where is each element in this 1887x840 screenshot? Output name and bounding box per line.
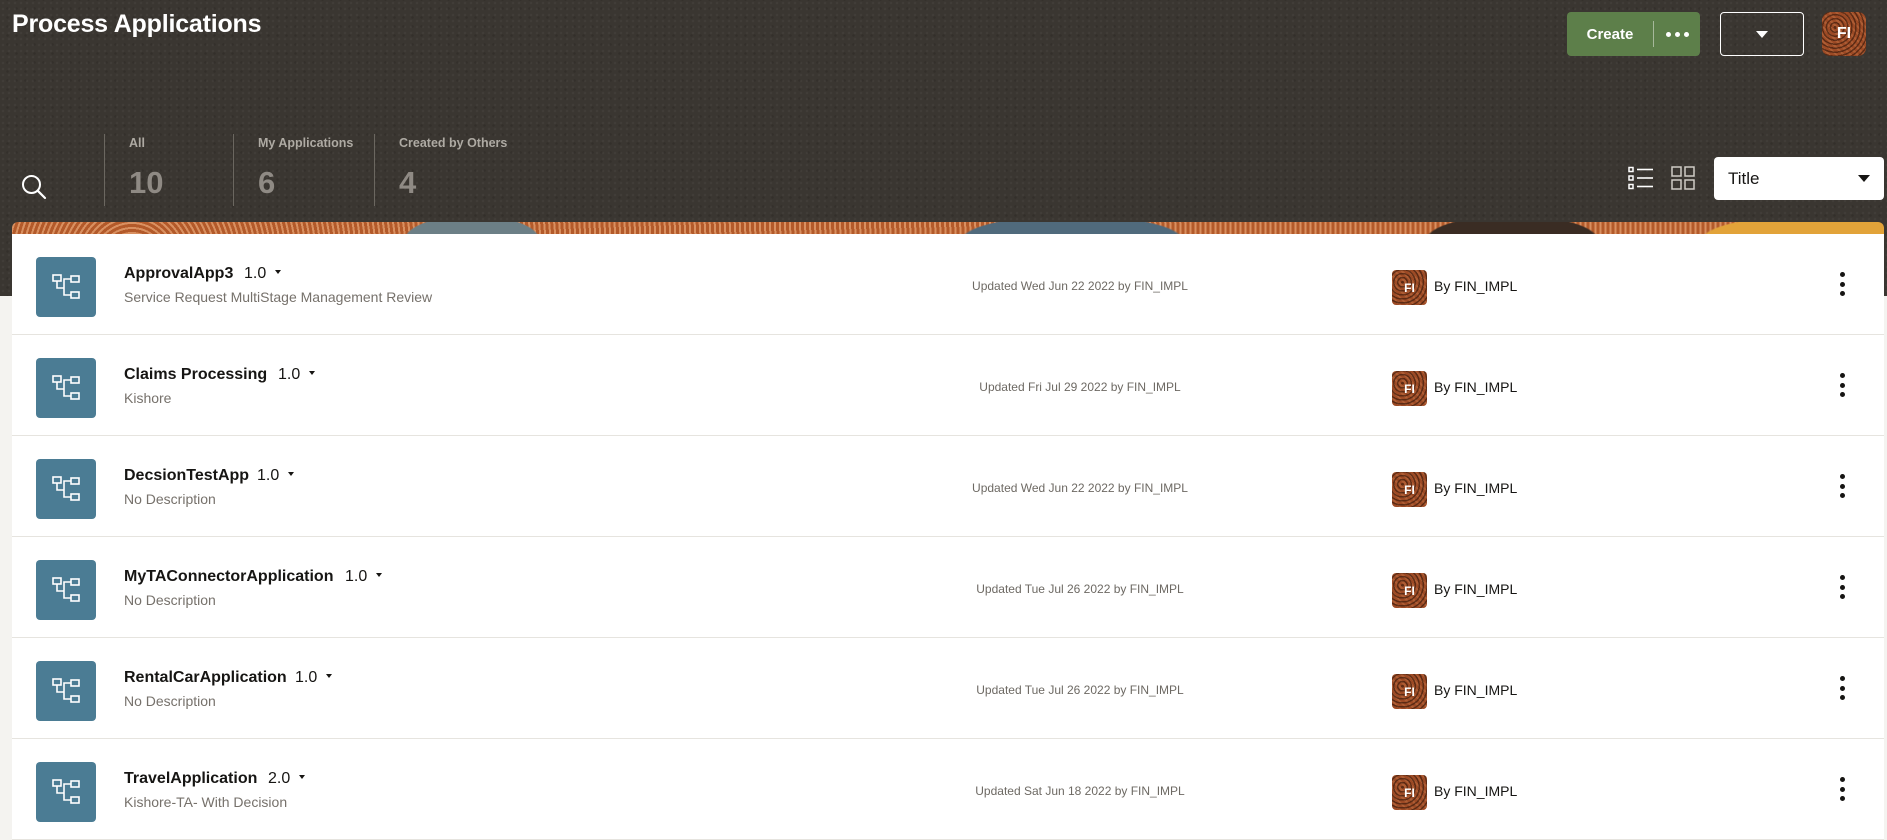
- application-list: ApprovalApp3 1.0 Service Request MultiSt…: [12, 234, 1884, 840]
- updated-text: Updated Wed Jun 22 2022 by FIN_IMPL: [972, 481, 1188, 495]
- version-label: 1.0: [278, 366, 301, 383]
- version-label: 2.0: [268, 770, 291, 787]
- kebab-menu-icon[interactable]: [1832, 774, 1852, 804]
- tab-label: Created by Others: [399, 136, 508, 150]
- kebab-menu-icon[interactable]: [1832, 269, 1852, 299]
- tab-created-by-others[interactable]: Created by Others 4: [374, 134, 507, 206]
- process-flow-icon: [36, 762, 96, 822]
- list-item[interactable]: DecsionTestApp 1.0 No Description Update…: [12, 436, 1884, 537]
- tab-label: All: [129, 136, 145, 150]
- search-icon[interactable]: [20, 173, 48, 201]
- grid-view-icon[interactable]: [1671, 166, 1695, 190]
- chevron-down-icon: [1756, 30, 1768, 38]
- version-dropdown[interactable]: 1.0: [244, 265, 282, 283]
- app-name[interactable]: RentalCarApplication: [124, 669, 287, 687]
- kebab-menu-icon[interactable]: [1832, 370, 1852, 400]
- updated-text: Updated Tue Jul 26 2022 by FIN_IMPL: [976, 582, 1184, 596]
- owner-label: By FIN_IMPL: [1434, 278, 1518, 294]
- owner-label: By FIN_IMPL: [1434, 682, 1518, 698]
- owner-avatar: FI: [1392, 775, 1427, 810]
- kebab-menu-icon[interactable]: [1832, 572, 1852, 602]
- chevron-down-icon: [299, 775, 306, 779]
- process-flow-icon: [36, 358, 96, 418]
- sort-select-value: Title: [1728, 168, 1760, 188]
- version-dropdown[interactable]: 1.0: [257, 467, 295, 485]
- header-dropdown-button[interactable]: [1720, 12, 1804, 56]
- owner-avatar: FI: [1392, 573, 1427, 608]
- create-button-label[interactable]: Create: [1567, 26, 1653, 43]
- list-item[interactable]: Claims Processing 1.0 Kishore Updated Fr…: [12, 335, 1884, 436]
- owner-label: By FIN_IMPL: [1434, 379, 1518, 395]
- updated-text: Updated Tue Jul 26 2022 by FIN_IMPL: [976, 683, 1184, 697]
- process-flow-icon: [36, 459, 96, 519]
- tab-count: 10: [129, 165, 164, 200]
- app-description: No Description: [124, 693, 216, 709]
- owner-avatar: FI: [1392, 674, 1427, 709]
- kebab-menu-icon[interactable]: [1832, 471, 1852, 501]
- version-dropdown[interactable]: 1.0: [345, 568, 383, 586]
- list-item[interactable]: RentalCarApplication 1.0 No Description …: [12, 638, 1884, 739]
- app-description: Service Request MultiStage Management Re…: [124, 289, 433, 305]
- tab-all[interactable]: All 10: [104, 134, 163, 206]
- tab-label: My Applications: [258, 136, 354, 150]
- list-view-icon[interactable]: [1628, 166, 1654, 190]
- list-item[interactable]: TravelApplication 2.0 Kishore-TA- With D…: [12, 739, 1884, 840]
- version-dropdown[interactable]: 1.0: [295, 669, 333, 687]
- version-dropdown[interactable]: 1.0: [278, 366, 316, 384]
- app-name[interactable]: TravelApplication: [124, 770, 257, 788]
- create-more-icon[interactable]: [1654, 31, 1700, 37]
- chevron-down-icon: [275, 270, 282, 274]
- chevron-down-icon: [376, 573, 383, 577]
- app-name[interactable]: ApprovalApp3: [124, 265, 233, 283]
- create-button[interactable]: Create: [1567, 12, 1700, 56]
- owner-label: By FIN_IMPL: [1434, 480, 1518, 496]
- app-description: No Description: [124, 491, 216, 507]
- app-name[interactable]: DecsionTestApp: [124, 467, 249, 485]
- user-avatar[interactable]: FI: [1822, 12, 1866, 56]
- list-item[interactable]: MyTAConnectorApplication 1.0 No Descript…: [12, 537, 1884, 638]
- tab-count: 6: [258, 165, 276, 200]
- owner-avatar: FI: [1392, 270, 1427, 305]
- version-label: 1.0: [244, 265, 267, 282]
- list-item[interactable]: ApprovalApp3 1.0 Service Request MultiSt…: [12, 234, 1884, 335]
- sort-select[interactable]: Title: [1714, 157, 1884, 200]
- chevron-down-icon: [326, 674, 333, 678]
- app-description: Kishore: [124, 390, 172, 406]
- version-dropdown[interactable]: 2.0: [268, 770, 306, 788]
- owner-label: By FIN_IMPL: [1434, 783, 1518, 799]
- tab-my-applications[interactable]: My Applications 6: [233, 134, 353, 206]
- chevron-down-icon: [1858, 175, 1870, 182]
- chevron-down-icon: [309, 371, 316, 375]
- updated-text: Updated Wed Jun 22 2022 by FIN_IMPL: [972, 279, 1188, 293]
- chevron-down-icon: [288, 472, 295, 476]
- app-name[interactable]: Claims Processing: [124, 366, 267, 384]
- page-title: Process Applications: [12, 10, 262, 38]
- app-name[interactable]: MyTAConnectorApplication: [124, 568, 333, 586]
- app-description: Kishore-TA- With Decision: [124, 794, 288, 810]
- version-label: 1.0: [345, 568, 368, 585]
- owner-avatar: FI: [1392, 472, 1427, 507]
- version-label: 1.0: [257, 467, 280, 484]
- updated-text: Updated Fri Jul 29 2022 by FIN_IMPL: [979, 380, 1181, 394]
- kebab-menu-icon[interactable]: [1832, 673, 1852, 703]
- process-flow-icon: [36, 257, 96, 317]
- tab-count: 4: [399, 165, 417, 200]
- owner-avatar: FI: [1392, 371, 1427, 406]
- process-flow-icon: [36, 661, 96, 721]
- app-description: No Description: [124, 592, 216, 608]
- version-label: 1.0: [295, 669, 318, 686]
- owner-label: By FIN_IMPL: [1434, 581, 1518, 597]
- updated-text: Updated Sat Jun 18 2022 by FIN_IMPL: [975, 784, 1185, 798]
- process-flow-icon: [36, 560, 96, 620]
